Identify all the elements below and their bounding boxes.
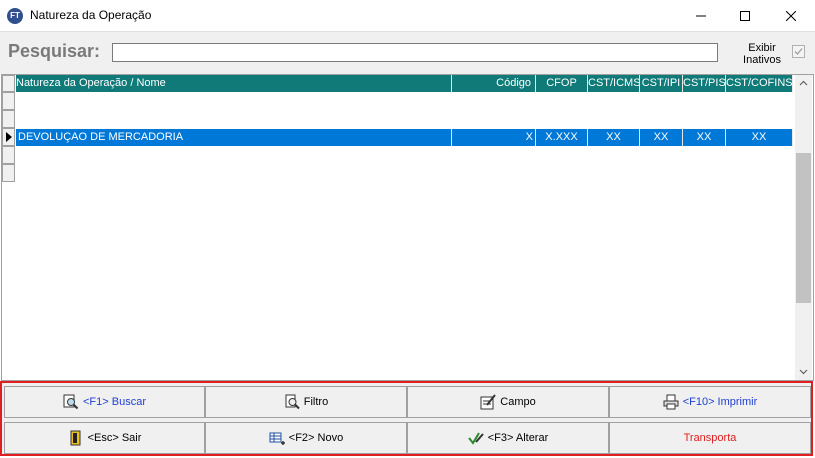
cell-cst-cofins[interactable]: XX [726,129,793,146]
current-row-pointer-icon [6,132,12,142]
table-row[interactable]: DEVOLUÇAO DE MERCADORIA X X.XXX XX XX XX… [16,129,793,146]
edit-field-icon [480,394,497,410]
row-header[interactable] [2,146,15,164]
novo-button[interactable]: <F2> Novo [205,422,407,454]
vertical-scrollbar[interactable] [795,75,812,380]
row-header[interactable] [2,92,15,110]
sair-button[interactable]: <Esc> Sair [4,422,205,454]
cell-cst-icms[interactable]: XX [588,129,640,146]
search-label: Pesquisar: [8,41,101,61]
new-record-icon [269,430,285,446]
action-button-panel: <F1> Buscar Filtro Campo <F10> Imprimir … [0,381,813,456]
alterar-button[interactable]: <F3> Alterar [407,422,609,454]
column-header-cst-icms[interactable]: CST/ICMS [588,75,640,92]
filtro-label: Filtro [303,396,329,408]
column-header-cst-ipi[interactable]: CST/IPI [640,75,683,92]
row-header[interactable] [2,164,15,182]
exibir-inativos-label: Exibir Inativos [743,42,781,66]
cell-codigo[interactable]: X [452,129,536,146]
cell-cst-pis[interactable]: XX [683,129,726,146]
row-header[interactable] [2,128,15,146]
column-header-nome[interactable]: Natureza da Operação / Nome [16,75,452,92]
cell-nome[interactable]: DEVOLUÇAO DE MERCADORIA [16,129,452,146]
scroll-down-icon[interactable] [799,367,808,376]
filtro-button[interactable]: Filtro [205,386,407,418]
campo-button[interactable]: Campo [407,386,609,418]
grid-header: Natureza da Operação / Nome Código CFOP … [16,75,793,92]
filter-icon [284,394,300,410]
column-header-cst-pis[interactable]: CST/PIS [683,75,726,92]
alterar-label: <F3> Alterar [487,432,549,444]
minimize-button[interactable] [678,0,724,31]
column-header-codigo[interactable]: Código [452,75,536,92]
row-header[interactable] [2,75,15,92]
imprimir-button[interactable]: <F10> Imprimir [609,386,811,418]
transporta-button[interactable]: Transporta [609,422,811,454]
search-input[interactable] [112,43,718,62]
buscar-button[interactable]: <F1> Buscar [4,386,205,418]
close-icon [786,10,796,21]
maximize-button[interactable] [722,0,768,31]
check-icon [794,48,803,55]
buscar-label: <F1> Buscar [83,396,146,408]
close-button[interactable] [768,0,814,31]
maximize-icon [740,10,750,21]
printer-icon [663,394,679,410]
campo-label: Campo [500,396,536,408]
imprimir-label: <F10> Imprimir [682,396,758,408]
app-icon: FT [7,8,23,24]
minimize-icon [696,15,706,16]
novo-label: <F2> Novo [288,432,344,444]
exit-door-icon [68,430,84,446]
window-title: Natureza da Operação [30,8,152,22]
data-grid: Natureza da Operação / Nome Código CFOP … [1,74,814,381]
scrollbar-thumb[interactable] [796,153,811,303]
cell-cfop[interactable]: X.XXX [536,129,588,146]
column-header-cfop[interactable]: CFOP [536,75,588,92]
edit-check-icon [467,430,484,446]
search-icon [63,394,79,410]
sair-label: <Esc> Sair [87,432,142,444]
exibir-inativos-checkbox[interactable] [792,45,805,58]
row-header[interactable] [2,110,15,128]
search-bar: Pesquisar: Exibir Inativos [0,31,815,74]
cell-cst-ipi[interactable]: XX [640,129,683,146]
title-bar: FT Natureza da Operação [0,0,815,31]
column-header-cst-cofins[interactable]: CST/COFINS [726,75,793,92]
transporta-label: Transporta [683,432,737,444]
scroll-up-icon[interactable] [799,79,808,88]
